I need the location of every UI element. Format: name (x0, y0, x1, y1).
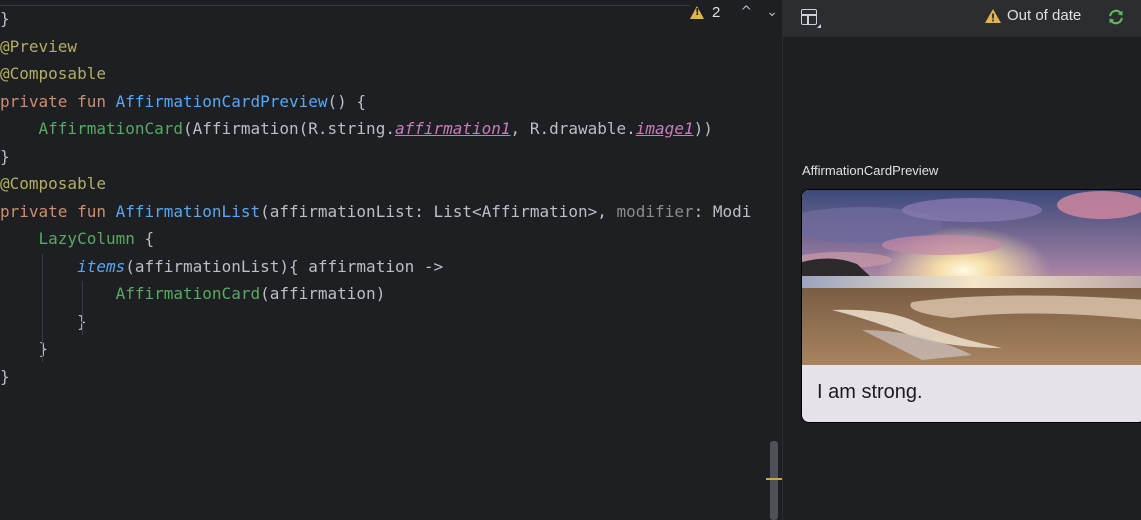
code-line[interactable]: } (0, 363, 751, 391)
annotation-composable: @Composable (0, 174, 106, 193)
affirmation-card[interactable]: I am strong. (801, 189, 1141, 423)
composable-call: AffirmationCard (38, 119, 184, 138)
resource-reference[interactable]: affirmation1 (395, 119, 511, 138)
code-token: } (0, 311, 87, 331)
function-name: AffirmationCardPreview (115, 91, 328, 111)
indent-guide (82, 281, 83, 335)
code-token: )) (693, 119, 713, 138)
keyword: private fun (0, 91, 116, 111)
code-line[interactable]: } (0, 335, 751, 363)
code-token: (affirmationList){ affirmation -> (125, 256, 444, 276)
code-line[interactable]: AffirmationCard(affirmation) (0, 280, 751, 308)
code-line[interactable]: private fun AffirmationCardPreview() { (0, 88, 751, 116)
composable-call: LazyColumn (38, 229, 135, 248)
parameter-name: modifier (616, 201, 694, 221)
annotation-composable: @Composable (0, 64, 106, 83)
code-token: (affirmation) (260, 284, 386, 303)
layout-grid-icon[interactable] (801, 9, 817, 25)
function-name: AffirmationList (115, 201, 261, 221)
extension-call: items (77, 256, 126, 276)
warning-stripe-marker[interactable] (766, 478, 782, 480)
code-line[interactable]: } (0, 143, 751, 171)
code-token: { (134, 229, 155, 248)
resource-reference[interactable]: image1 (636, 119, 694, 138)
preview-status[interactable]: Out of date (984, 7, 1081, 24)
code-token: } (0, 146, 10, 166)
compose-preview-panel: Out of date AffirmationCardPreview I am … (782, 0, 1141, 520)
code-line[interactable]: @Composable (0, 60, 751, 88)
card-image (802, 190, 1141, 365)
code-line[interactable]: @Preview (0, 33, 751, 61)
code-lines[interactable]: } @Preview @Composable private fun Affir… (0, 5, 751, 390)
code-token: (Affirmation(R.string. (183, 119, 395, 138)
code-line[interactable]: } (0, 308, 751, 336)
code-line[interactable]: AffirmationCard(Affirmation(R.string.aff… (0, 115, 751, 143)
code-token: } (0, 339, 49, 358)
editor-scrollbar-thumb[interactable] (770, 441, 778, 520)
code-token: (affirmationList: List<Affirmation>, (260, 201, 617, 221)
indent-guide (42, 254, 43, 362)
code-line[interactable]: } (0, 5, 751, 33)
code-line[interactable]: items(affirmationList){ affirmation -> (0, 253, 751, 281)
warning-icon (985, 8, 1001, 23)
affirmation-text: I am strong. (817, 381, 923, 403)
code-token: : Modi (693, 201, 752, 221)
chevron-down-icon[interactable]: ⌄ (762, 4, 782, 20)
code-token: , R.drawable. (510, 119, 636, 138)
composable-call: AffirmationCard (115, 284, 261, 303)
dropdown-corner-icon (817, 24, 821, 28)
status-text: Out of date (1007, 7, 1082, 24)
code-line[interactable]: private fun AffirmationList(affirmationL… (0, 198, 751, 226)
preview-toolbar: Out of date (783, 0, 1141, 37)
code-line[interactable]: @Composable (0, 170, 751, 198)
refresh-icon[interactable] (1107, 8, 1125, 26)
code-token: } (0, 366, 10, 386)
annotation-preview: @Preview (0, 36, 78, 56)
code-token: () { (327, 91, 367, 111)
code-editor[interactable]: 2 ^ ⌄ } @Preview @Composable private fun… (0, 0, 782, 520)
code-line[interactable]: LazyColumn { (0, 225, 751, 253)
code-token: } (0, 9, 10, 28)
preview-name-label: AffirmationCardPreview (802, 163, 939, 178)
keyword: private fun (0, 201, 116, 221)
